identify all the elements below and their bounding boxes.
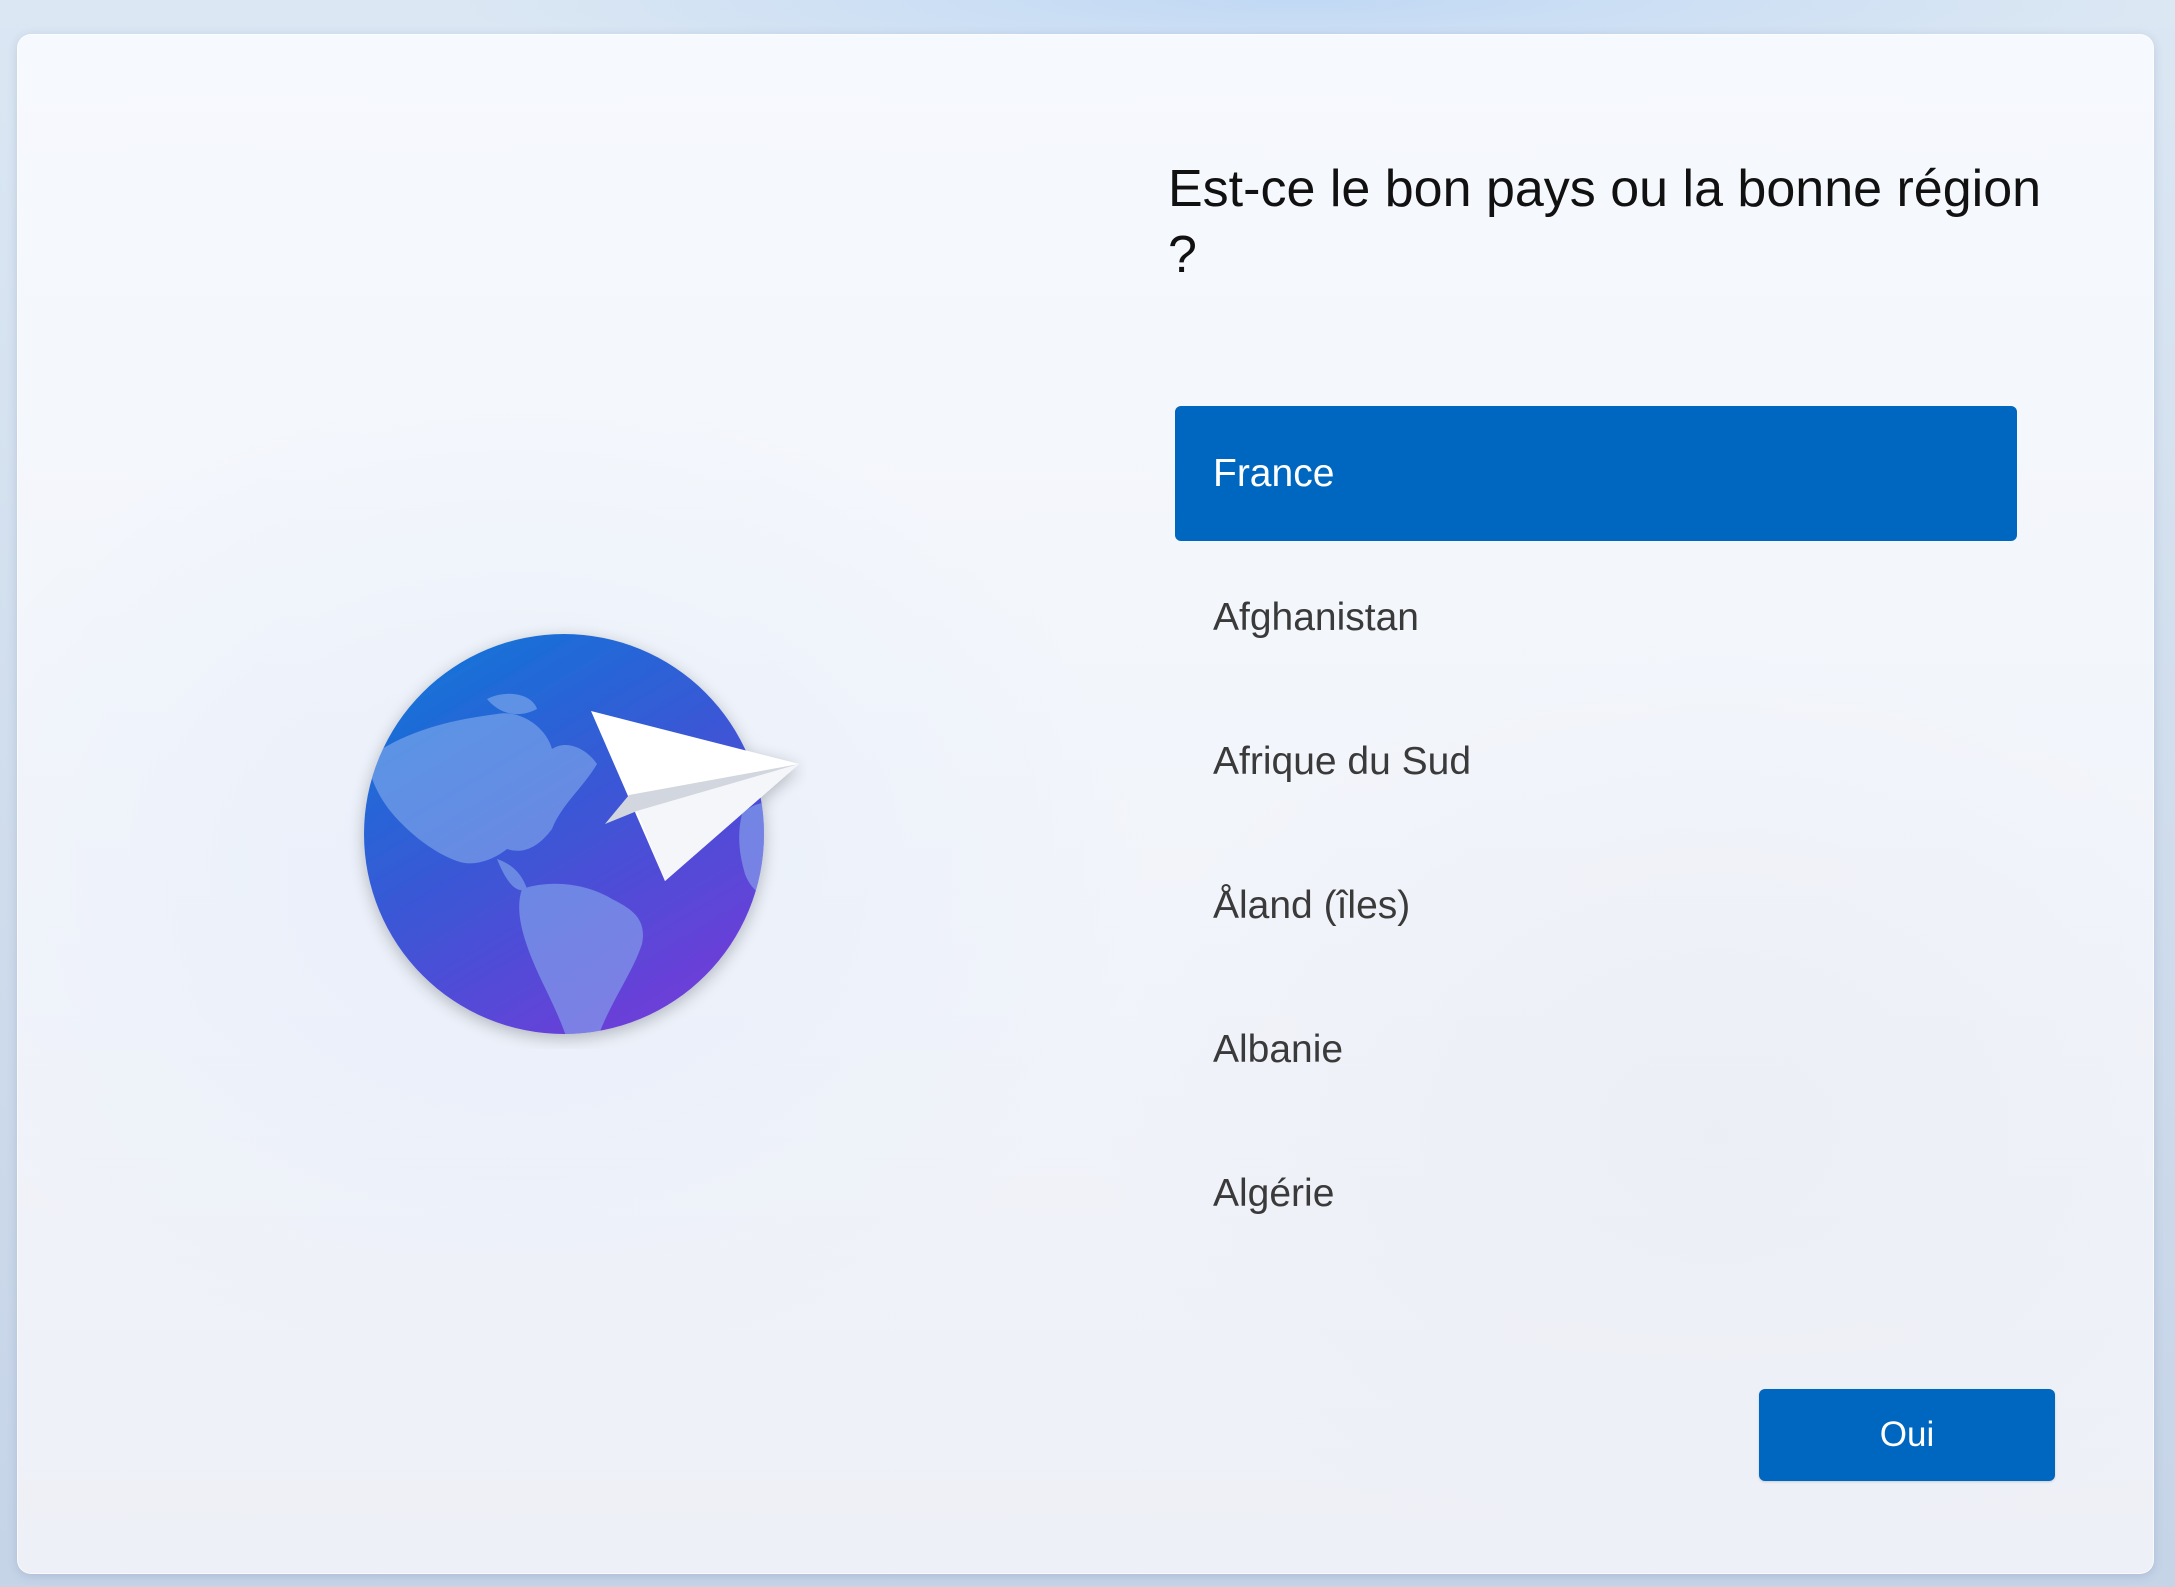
page-title: Est-ce le bon pays ou la bonne région ? [1168, 160, 2042, 284]
country-item-algerie[interactable]: Algérie [1175, 1126, 2017, 1261]
country-item-aland[interactable]: Åland (îles) [1175, 838, 2017, 973]
country-item-afrique-du-sud[interactable]: Afrique du Sud [1175, 694, 2017, 829]
country-list[interactable]: France Afghanistan Afrique du Sud Åland … [1175, 406, 2017, 1306]
oobe-dialog: Est-ce le bon pays ou la bonne région ? … [17, 34, 2154, 1574]
oui-button[interactable]: Oui [1759, 1389, 2055, 1481]
country-item-france[interactable]: France [1175, 406, 2017, 541]
country-item-albanie[interactable]: Albanie [1175, 982, 2017, 1117]
globe-paper-plane-icon [347, 599, 807, 1049]
country-item-afghanistan[interactable]: Afghanistan [1175, 550, 2017, 685]
